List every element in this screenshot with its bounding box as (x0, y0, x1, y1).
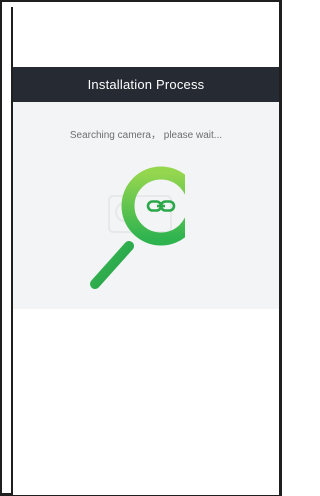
magnifier-icon (90, 166, 185, 289)
page-title: Installation Process (87, 77, 205, 92)
screen-frame: Installation Process Searching camera， p… (0, 0, 282, 496)
search-panel: Searching camera， please wait... (13, 102, 279, 309)
status-text: Searching camera， please wait... (69, 130, 223, 141)
phone-screen: Installation Process Searching camera， p… (11, 7, 279, 495)
header-bar: Installation Process (13, 67, 279, 102)
